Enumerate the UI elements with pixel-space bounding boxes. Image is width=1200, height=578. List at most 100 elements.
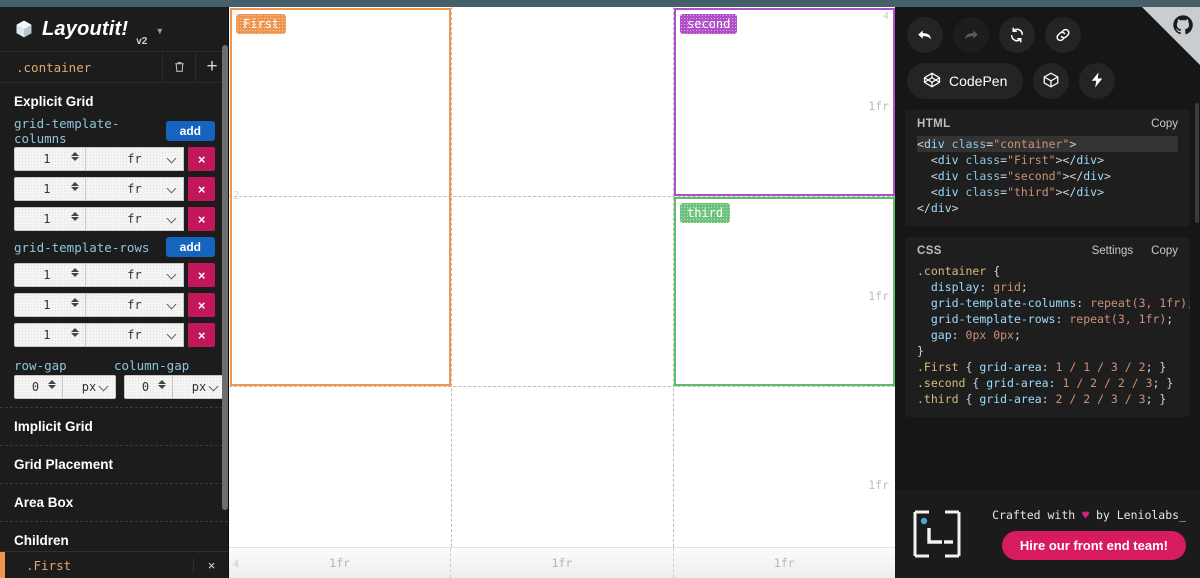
row-2-value-input[interactable]: 1 [14, 293, 85, 317]
column-ruler: 4 1fr 1fr 1fr [229, 547, 895, 578]
stepper-icon[interactable] [158, 380, 166, 389]
grid-area-third[interactable]: third [674, 197, 895, 386]
column-gap-value-input[interactable]: 0 [124, 375, 172, 399]
redo-icon[interactable] [953, 17, 989, 53]
stepper-icon[interactable] [70, 182, 79, 191]
row-size-label[interactable]: 1fr [868, 289, 889, 303]
column-3-value-input[interactable]: 1 [14, 207, 85, 231]
remove-column-2-button[interactable]: × [188, 177, 216, 201]
row-gap-unit-select[interactable]: px [62, 375, 116, 399]
codepen-button[interactable]: CodePen [907, 63, 1024, 99]
section-implicit-grid[interactable]: Implicit Grid [0, 407, 228, 445]
remove-column-3-button[interactable]: × [188, 207, 216, 231]
remove-row-3-button[interactable]: × [188, 323, 216, 347]
section-area-box[interactable]: Area Box [0, 483, 228, 521]
stepper-icon[interactable] [70, 298, 79, 307]
brand-header[interactable]: Layoutit! v2 ▼ [0, 7, 228, 51]
stepper-icon[interactable] [48, 380, 56, 389]
row-3-unit: fr [127, 328, 142, 342]
github-octocat-icon [1172, 14, 1194, 41]
column-track-row: 1 fr × [0, 144, 228, 174]
column-1-unit-select[interactable]: fr [84, 147, 185, 171]
add-column-button[interactable]: add [165, 121, 215, 141]
column-1-value-input[interactable]: 1 [14, 147, 85, 171]
grid-area-first-label[interactable]: First [236, 14, 287, 34]
crafted-with-text: Crafted with ♥ by Leniolabs_ [992, 508, 1186, 522]
link-icon[interactable] [1045, 17, 1081, 53]
grid-line-vertical [451, 7, 452, 547]
trash-icon[interactable] [162, 52, 195, 82]
hire-team-button[interactable]: Hire our front end team! [1001, 531, 1186, 560]
stepper-icon[interactable] [70, 212, 79, 221]
selected-element-name[interactable]: .container [0, 52, 162, 82]
grid-template-rows-row: grid-template-rows add [0, 234, 228, 260]
column-3-unit-select[interactable]: fr [84, 207, 185, 231]
sidebar-scrollbar[interactable] [222, 45, 228, 510]
column-gap-unit-select[interactable]: px [172, 375, 226, 399]
grid-area-first[interactable]: First [230, 8, 451, 386]
remove-row-1-button[interactable]: × [188, 263, 216, 287]
cube-logo-icon [14, 19, 34, 39]
grid-area-second[interactable]: second [674, 8, 895, 196]
column-size-label[interactable]: 1fr [674, 548, 895, 578]
grid-area-second-label[interactable]: second [680, 14, 738, 34]
css-code-panel: CSS Settings Copy .container { display: … [905, 237, 1190, 417]
add-row-button[interactable]: add [165, 237, 215, 257]
grid-area-wrapper: 2 4 First second third 1fr 1fr 1fr [229, 7, 895, 547]
section-grid-placement[interactable]: Grid Placement [0, 445, 228, 483]
html-code-content[interactable]: <div class="container"> <div class="Firs… [905, 136, 1190, 216]
section-explicit-grid: Explicit Grid [14, 94, 94, 109]
gap-labels: row-gap column-gap [0, 350, 228, 375]
cube-icon [1042, 71, 1060, 92]
remove-row-2-button[interactable]: × [188, 293, 216, 317]
row-gap-unit: px [81, 380, 97, 394]
selected-area-name[interactable]: .First [0, 558, 193, 573]
window-top-strip [0, 0, 1200, 7]
html-panel-header: HTML Copy [905, 118, 1190, 136]
github-ribbon[interactable] [1142, 7, 1200, 65]
stepper-icon[interactable] [70, 328, 79, 337]
column-1-unit: fr [127, 152, 142, 166]
column-size-label[interactable]: 1fr [451, 548, 674, 578]
row-1-value-input[interactable]: 1 [14, 263, 85, 287]
grid-canvas[interactable]: 2 4 First second third 1fr 1fr 1fr 4 1fr… [229, 7, 895, 578]
column-2-unit-select[interactable]: fr [84, 177, 185, 201]
row-1-unit-select[interactable]: fr [84, 263, 185, 287]
grid-area-third-label[interactable]: third [680, 203, 731, 223]
brand-name: Layoutit! [42, 17, 129, 40]
stepper-icon[interactable] [70, 152, 79, 161]
row-3-unit-select[interactable]: fr [84, 323, 185, 347]
css-panel-title: CSS [917, 245, 942, 257]
chevron-down-icon[interactable]: ▼ [155, 26, 164, 36]
leniolabs-logo-icon [909, 508, 965, 560]
row-gap-value-input[interactable]: 0 [14, 375, 62, 399]
grid-line-horizontal [229, 386, 895, 387]
css-settings-button[interactable]: Settings [1092, 245, 1134, 257]
right-panel-scrollbar[interactable] [1195, 103, 1199, 223]
column-size-label[interactable]: 1fr [229, 548, 452, 578]
refresh-icon[interactable] [999, 17, 1035, 53]
row-track-row: 1 fr × [0, 290, 228, 320]
html-panel-title: HTML [917, 118, 951, 130]
css-code-content[interactable]: .container { display: grid; grid-templat… [905, 263, 1190, 407]
close-icon[interactable]: × [193, 557, 228, 573]
undo-icon[interactable] [907, 17, 943, 53]
column-2-value-input[interactable]: 1 [14, 177, 85, 201]
remove-column-1-button[interactable]: × [188, 147, 216, 171]
row-track-row: 1 fr × [0, 260, 228, 290]
bolt-button[interactable] [1079, 63, 1116, 99]
html-copy-button[interactable]: Copy [1151, 118, 1178, 130]
sidebar: Layoutit! v2 ▼ .container + Explicit Gri… [0, 7, 229, 578]
row-2-unit-select[interactable]: fr [84, 293, 185, 317]
stepper-icon[interactable] [70, 268, 79, 277]
grid-line-number-bottom: 4 [233, 559, 240, 570]
css-copy-button[interactable]: Copy [1151, 245, 1178, 257]
crafted-suffix: by Leniolabs_ [1089, 508, 1186, 522]
chevron-down-icon [166, 213, 177, 224]
row-size-label[interactable]: 1fr [868, 478, 889, 492]
chevron-down-icon [166, 269, 177, 280]
row-3-value-input[interactable]: 1 [14, 323, 85, 347]
column-2-unit: fr [127, 182, 142, 196]
cube-export-button[interactable] [1033, 63, 1070, 99]
row-size-label[interactable]: 1fr [868, 99, 889, 113]
